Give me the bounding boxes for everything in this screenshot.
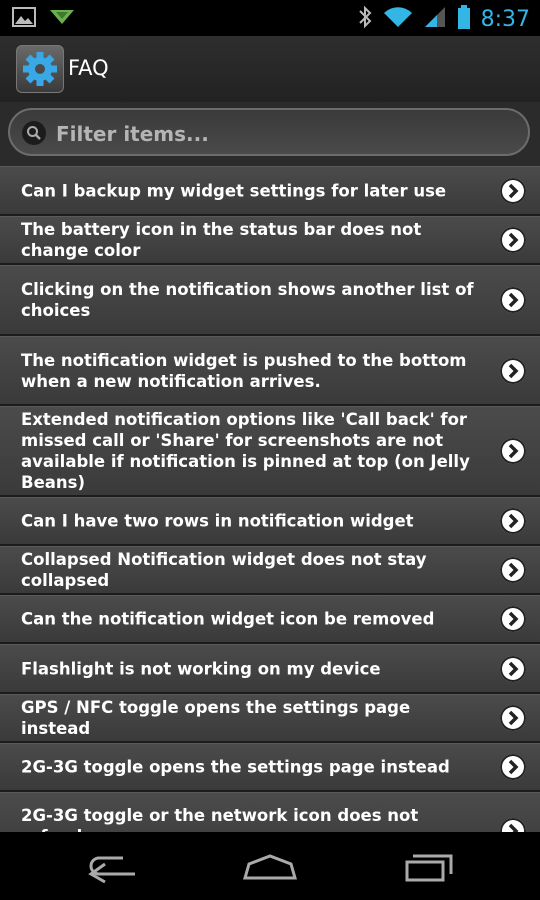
picture-icon xyxy=(12,6,36,32)
list-item-label: Can I backup my widget settings for late… xyxy=(21,181,447,200)
wifi-icon xyxy=(383,5,413,33)
download-arrow-icon xyxy=(48,6,76,32)
list-item[interactable]: Extended notification options like 'Call… xyxy=(0,406,540,497)
list-item[interactable]: GPS / NFC toggle opens the settings page… xyxy=(0,694,540,743)
list-item[interactable]: Collapsed Notification widget does not s… xyxy=(0,546,540,595)
list-item[interactable]: Can I backup my widget settings for late… xyxy=(0,166,540,216)
list-item-label: Flashlight is not working on my device xyxy=(21,659,381,678)
bluetooth-icon xyxy=(357,4,373,34)
list-item-label: 2G-3G toggle or the network icon does no… xyxy=(21,806,419,832)
list-item-label: 2G-3G toggle opens the settings page ins… xyxy=(21,757,450,777)
list-item[interactable]: Can the notification widget icon be remo… xyxy=(0,595,540,644)
list-item-label: The battery icon in the status bar does … xyxy=(21,220,422,260)
list-item-label: Extended notification options like 'Call… xyxy=(21,410,470,492)
filter-area xyxy=(0,102,540,166)
filter-input[interactable] xyxy=(54,118,518,150)
status-clock: 8:37 xyxy=(480,6,530,32)
chevron-right-icon xyxy=(500,818,526,832)
faq-list[interactable]: Can I backup my widget settings for late… xyxy=(0,166,540,832)
action-bar: FAQ xyxy=(0,36,540,103)
list-item[interactable]: Clicking on the notification shows anoth… xyxy=(0,265,540,336)
list-item-label: Can I have two rows in notification widg… xyxy=(21,511,414,531)
list-item-label: GPS / NFC toggle opens the settings page… xyxy=(21,698,411,738)
chevron-right-icon xyxy=(500,177,526,204)
list-item-label: Clicking on the notification shows anoth… xyxy=(21,280,474,320)
chevron-right-icon xyxy=(500,557,526,583)
chevron-right-icon xyxy=(500,606,526,632)
list-item[interactable]: Can I have two rows in notification widg… xyxy=(0,497,540,546)
chevron-right-icon xyxy=(500,438,526,464)
chevron-right-icon xyxy=(500,357,526,384)
chevron-right-icon xyxy=(500,227,526,253)
list-item[interactable]: 2G-3G toggle or the network icon does no… xyxy=(0,792,540,832)
home-icon[interactable] xyxy=(235,846,305,886)
chevron-right-icon xyxy=(500,287,526,313)
list-item-label: The notification widget is pushed to the… xyxy=(21,350,467,391)
list-item-label: Can the notification widget icon be remo… xyxy=(21,609,435,629)
page-title: FAQ xyxy=(68,56,109,80)
list-item[interactable]: The notification widget is pushed to the… xyxy=(0,336,540,406)
back-icon[interactable] xyxy=(77,846,147,886)
gear-icon[interactable] xyxy=(16,45,64,93)
navigation-bar xyxy=(0,832,540,900)
list-item[interactable]: The battery icon in the status bar does … xyxy=(0,216,540,265)
filter-box[interactable] xyxy=(8,108,530,156)
list-item-label: Collapsed Notification widget does not s… xyxy=(21,550,427,590)
search-icon xyxy=(22,121,46,145)
signal-icon xyxy=(423,5,447,33)
list-item[interactable]: 2G-3G toggle opens the settings page ins… xyxy=(0,743,540,792)
status-bar: 8:37 xyxy=(0,0,540,36)
recents-icon[interactable] xyxy=(393,846,463,886)
list-item[interactable]: Flashlight is not working on my device xyxy=(0,644,540,694)
battery-icon xyxy=(457,4,471,34)
chevron-right-icon xyxy=(500,655,526,682)
chevron-right-icon xyxy=(500,754,526,780)
chevron-right-icon xyxy=(500,508,526,534)
chevron-right-icon xyxy=(500,705,526,731)
